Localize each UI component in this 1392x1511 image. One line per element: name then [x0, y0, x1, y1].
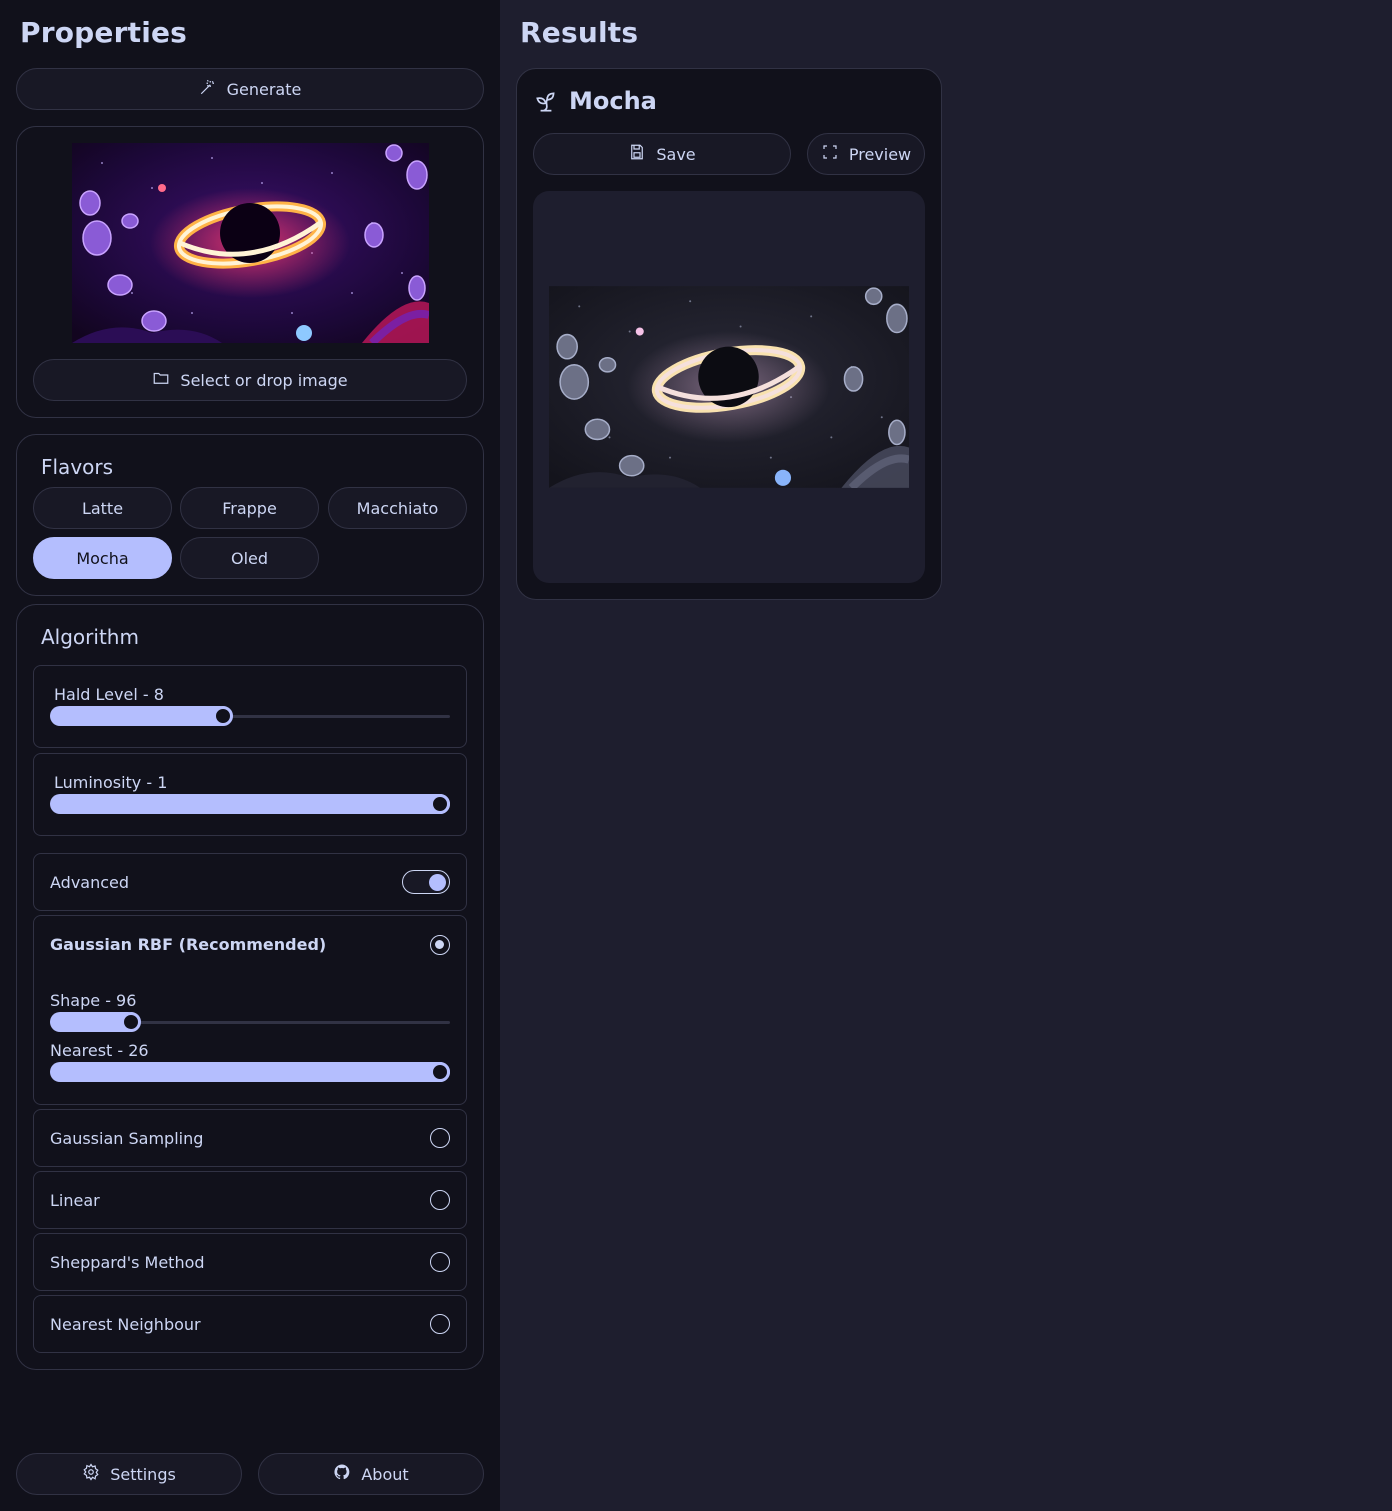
sheppards-method-radio[interactable]: [430, 1252, 450, 1272]
nearest-neighbour-card[interactable]: Nearest Neighbour: [33, 1295, 467, 1353]
flavor-oled[interactable]: Oled: [180, 537, 319, 579]
flavor-macchiato[interactable]: Macchiato: [328, 487, 467, 529]
gear-icon: [82, 1463, 100, 1485]
flavor-mocha[interactable]: Mocha: [33, 537, 172, 579]
select-image-button[interactable]: Select or drop image: [33, 359, 467, 401]
flavor-frappe[interactable]: Frappe: [180, 487, 319, 529]
gaussian-sampling-card[interactable]: Gaussian Sampling: [33, 1109, 467, 1167]
flavors-title: Flavors: [41, 455, 114, 479]
settings-label: Settings: [110, 1464, 176, 1484]
sheppards-method-label: Sheppard's Method: [50, 1253, 205, 1272]
floppy-disk-icon: [628, 143, 646, 165]
folder-icon: [152, 369, 170, 391]
algorithm-title: Algorithm: [41, 625, 139, 649]
advanced-card: Advanced: [33, 853, 467, 911]
generate-label: Generate: [226, 79, 302, 99]
hald-level-fill: [50, 706, 230, 726]
settings-button[interactable]: Settings: [16, 1453, 242, 1495]
generate-button[interactable]: Generate: [16, 68, 484, 110]
advanced-label: Advanced: [50, 873, 130, 892]
luminosity-thumb[interactable]: [430, 794, 450, 814]
flavors-card: Flavors Latte Frappe Macchiato Mocha Ole…: [16, 434, 484, 596]
properties-sidebar: Properties Generate Select or drop image…: [0, 0, 500, 1511]
linear-label: Linear: [50, 1191, 100, 1210]
shape-label: Shape - 96: [50, 991, 137, 1010]
nearest-label: Nearest - 26: [50, 1041, 149, 1060]
expand-icon: [821, 143, 839, 165]
gaussian-rbf-label: Gaussian RBF (Recommended): [50, 935, 327, 954]
result-flavor-name: Mocha: [569, 87, 657, 115]
result-image-container: [533, 191, 925, 583]
advanced-toggle[interactable]: [402, 870, 450, 894]
gaussian-rbf-card: Gaussian RBF (Recommended) Shape - 96 Ne…: [33, 915, 467, 1105]
result-card: Mocha Save Preview: [516, 68, 942, 600]
toggle-knob: [429, 873, 446, 891]
gaussian-rbf-radio[interactable]: [430, 935, 450, 955]
properties-title: Properties: [20, 16, 188, 49]
hald-level-label: Hald Level - 8: [54, 685, 164, 704]
gaussian-sampling-label: Gaussian Sampling: [50, 1129, 204, 1148]
luminosity-label: Luminosity - 1: [54, 773, 168, 792]
shape-thumb[interactable]: [121, 1012, 141, 1032]
gaussian-sampling-radio[interactable]: [430, 1128, 450, 1148]
nearest-thumb[interactable]: [430, 1062, 450, 1082]
results-title: Results: [520, 16, 639, 49]
linear-card[interactable]: Linear: [33, 1171, 467, 1229]
hald-level-thumb[interactable]: [213, 706, 233, 726]
preview-button[interactable]: Preview: [807, 133, 925, 175]
input-image-card: Select or drop image: [16, 126, 484, 418]
save-label: Save: [656, 144, 696, 164]
sheppards-method-card[interactable]: Sheppard's Method: [33, 1233, 467, 1291]
nearest-fill: [50, 1062, 450, 1082]
about-button[interactable]: About: [258, 1453, 484, 1495]
about-label: About: [361, 1464, 409, 1484]
results-panel: Results Mocha Save Preview: [500, 0, 1392, 1511]
flavor-latte[interactable]: Latte: [33, 487, 172, 529]
plant-icon: [533, 89, 559, 119]
save-button[interactable]: Save: [533, 133, 791, 175]
nearest-neighbour-label: Nearest Neighbour: [50, 1315, 201, 1334]
linear-radio[interactable]: [430, 1190, 450, 1210]
github-icon: [333, 1463, 351, 1485]
input-image: [72, 143, 429, 343]
preview-label: Preview: [848, 144, 912, 164]
magic-wand-icon: [199, 78, 217, 100]
luminosity-card: Luminosity - 1: [33, 753, 467, 836]
result-image: [549, 286, 909, 488]
luminosity-fill: [50, 794, 450, 814]
select-image-label: Select or drop image: [180, 370, 348, 390]
nearest-neighbour-radio[interactable]: [430, 1314, 450, 1334]
hald-level-card: Hald Level - 8: [33, 665, 467, 748]
